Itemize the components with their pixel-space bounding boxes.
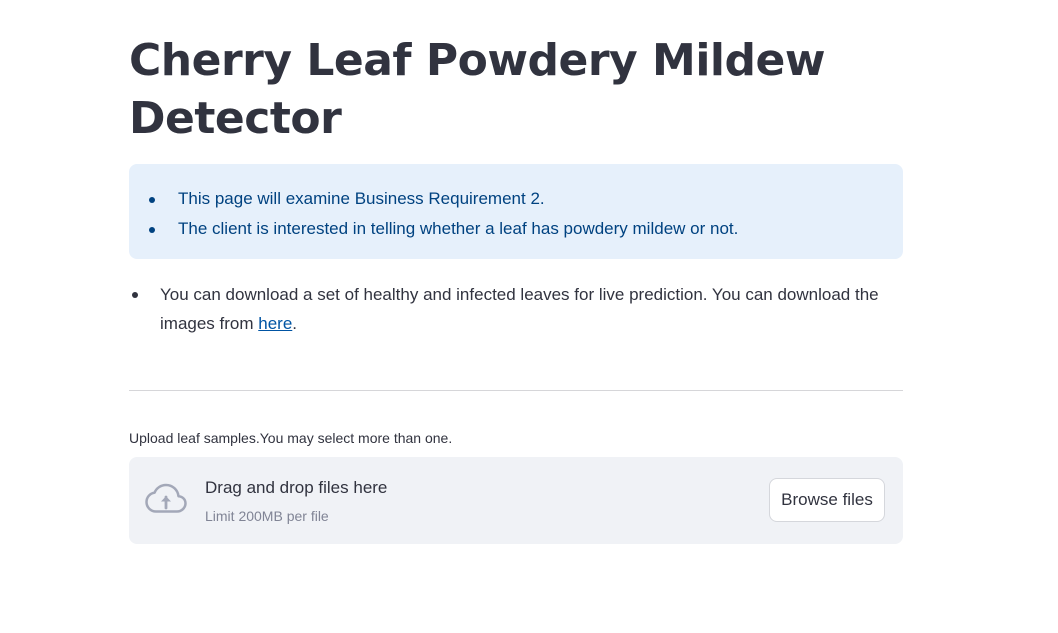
info-list: This page will examine Business Requirem…: [129, 164, 903, 244]
info-item-text: This page will examine Business Requirem…: [178, 189, 545, 208]
upload-label: Upload leaf samples.You may select more …: [129, 430, 453, 446]
info-list-item: This page will examine Business Requirem…: [129, 184, 903, 214]
download-link[interactable]: here: [258, 314, 292, 333]
browse-files-button[interactable]: Browse files: [769, 478, 885, 522]
cloud-upload-icon: [145, 483, 187, 515]
bullet-icon: [132, 292, 138, 298]
dropzone-title: Drag and drop files here: [205, 478, 388, 497]
dropzone-limit: Limit 200MB per file: [205, 508, 329, 524]
divider: [129, 390, 903, 391]
file-dropzone[interactable]: Drag and drop files here Limit 200MB per…: [129, 457, 903, 544]
info-item-text: The client is interested in telling whet…: [178, 219, 739, 238]
bullet-icon: [149, 227, 155, 233]
info-list-item: The client is interested in telling whet…: [129, 214, 903, 244]
bullet-icon: [149, 197, 155, 203]
page-title: Cherry Leaf Powdery Mildew Detector: [129, 35, 825, 144]
info-alert: This page will examine Business Requirem…: [129, 164, 903, 259]
download-note: You can download a set of healthy and in…: [129, 280, 903, 338]
download-note-list: You can download a set of healthy and in…: [129, 280, 903, 338]
download-note-end: .: [292, 314, 298, 333]
